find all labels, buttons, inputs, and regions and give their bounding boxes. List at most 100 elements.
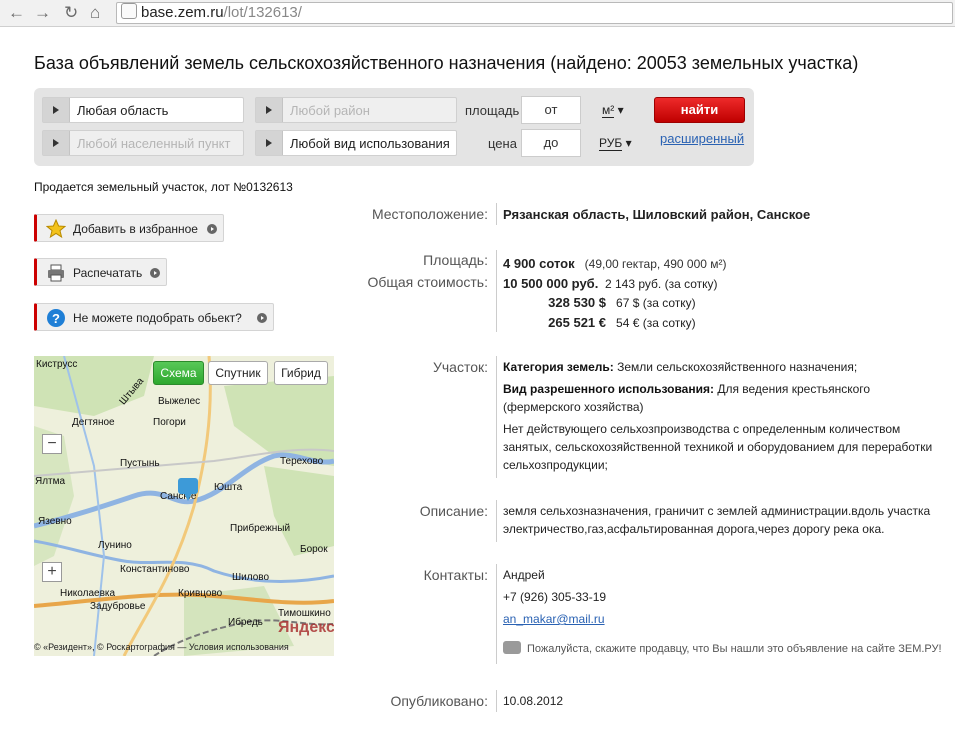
description-label: Описание: bbox=[419, 503, 488, 519]
price-unit-select[interactable]: РУБ ▾ bbox=[599, 136, 632, 151]
contacts-label: Контакты: bbox=[423, 567, 488, 583]
map-place-label: Тимошкино bbox=[278, 608, 331, 619]
star-icon bbox=[46, 219, 66, 239]
search-filter-panel: Любая область Любой район площадь от м² … bbox=[34, 88, 754, 166]
price-amount: 265 521 € bbox=[548, 315, 606, 330]
plot-label: Участок: bbox=[432, 359, 488, 375]
map-place-label: Ибредь bbox=[228, 617, 263, 628]
price-label: цена bbox=[488, 136, 517, 151]
location-pin-icon[interactable] bbox=[178, 478, 198, 501]
map-place-label: Задубровье bbox=[90, 601, 146, 612]
area-unit-value: м² bbox=[602, 103, 615, 118]
map-copyright[interactable]: © «Резидент», © Роскартография — Условия… bbox=[34, 642, 289, 652]
land-category-label: Категория земель: bbox=[503, 360, 614, 374]
area-label: площадь bbox=[465, 103, 520, 118]
plot-note-line-3: сельхозпродукции; bbox=[503, 458, 608, 472]
area-unit-select[interactable]: м² ▾ bbox=[602, 103, 624, 118]
total-price-label: Общая стоимость: bbox=[367, 274, 488, 290]
area-main: 4 900 соток bbox=[503, 256, 575, 271]
search-button[interactable]: найти bbox=[654, 97, 745, 123]
divider bbox=[496, 250, 497, 332]
map-place-label: Терехово bbox=[280, 456, 324, 467]
description-line-2: электричество,газ,асфальтированная дорог… bbox=[503, 522, 885, 536]
divider bbox=[496, 356, 497, 478]
yandex-logo: Яндекс bbox=[278, 619, 334, 636]
usage-select[interactable]: Любой вид использования bbox=[255, 130, 457, 156]
contact-phone: +7 (926) 305-33-19 bbox=[503, 590, 607, 604]
permitted-use: Вид разрешенного использования: Для веде… bbox=[503, 382, 870, 396]
question-icon: ? bbox=[47, 309, 65, 327]
svg-text:?: ? bbox=[52, 311, 60, 326]
lot-title: Продается земельный участок, лот №013261… bbox=[34, 180, 293, 194]
divider bbox=[496, 500, 497, 542]
contact-name: Андрей bbox=[503, 568, 545, 582]
map-place-label: Погори bbox=[153, 417, 186, 428]
map-place-label: Киструсс bbox=[36, 359, 78, 370]
advanced-search-link[interactable]: расширенный bbox=[660, 131, 744, 146]
map-place-label: Борок bbox=[300, 544, 328, 555]
back-arrow-icon[interactable]: ← bbox=[8, 3, 25, 23]
print-label: Распечатать bbox=[73, 266, 143, 280]
area-extra: (49,00 гектар, 490 000 м²) bbox=[584, 257, 727, 271]
caret-down-icon: ▾ bbox=[622, 136, 632, 150]
price-unit-value: РУБ bbox=[599, 136, 623, 151]
published-label: Опубликовано: bbox=[390, 693, 488, 709]
divider bbox=[496, 203, 497, 225]
map-place-label: Ялтма bbox=[35, 476, 66, 487]
browser-toolbar: ← → ↻ ⌂ base.zem.ru/lot/132613/ bbox=[0, 0, 955, 27]
land-category: Категория земель: Земли сельскохозяйстве… bbox=[503, 360, 857, 374]
print-button[interactable]: Распечатать bbox=[34, 258, 167, 286]
chevron-right-icon bbox=[43, 131, 70, 155]
locality-select[interactable]: Любой населенный пункт bbox=[42, 130, 244, 156]
add-to-favorites-button[interactable]: Добавить в избранное bbox=[34, 214, 224, 242]
chevron-right-icon bbox=[256, 131, 283, 155]
map-tab-scheme[interactable]: Схема bbox=[153, 361, 204, 385]
locality-select-value: Любой населенный пункт bbox=[77, 136, 231, 151]
map-place-label: Выжелес bbox=[158, 396, 201, 407]
price-amount: 328 530 $ bbox=[548, 295, 606, 310]
forward-arrow-icon[interactable]: → bbox=[34, 3, 51, 23]
map-place-label: Шилово bbox=[232, 572, 270, 583]
map-tab-satellite[interactable]: Спутник bbox=[208, 361, 268, 385]
map[interactable]: Схема Спутник Гибрид − + Киструсс Штыва … bbox=[34, 356, 334, 656]
published-date: 10.08.2012 bbox=[503, 694, 564, 708]
map-place-label: Язевно bbox=[38, 516, 72, 527]
divider bbox=[496, 690, 497, 712]
price-to-input[interactable]: до bbox=[521, 129, 581, 157]
contact-email-link[interactable]: an_makar@mail.ru bbox=[503, 612, 605, 626]
printer-icon bbox=[48, 264, 64, 282]
seller-hint-text: Пожалуйста, скажите продавцу, что Вы наш… bbox=[527, 643, 942, 655]
price-row-eur: 265 521 € 54 € (за сотку) bbox=[541, 315, 695, 330]
reload-icon[interactable]: ↻ bbox=[64, 3, 78, 23]
map-place-label: Дегтяное bbox=[72, 417, 115, 428]
map-place-label: Константиново bbox=[120, 564, 190, 575]
home-icon[interactable]: ⌂ bbox=[90, 3, 100, 23]
add-to-favorites-label: Добавить в избранное bbox=[73, 222, 198, 236]
zoom-in-button[interactable]: + bbox=[42, 562, 62, 582]
arrow-circle-icon bbox=[257, 313, 267, 323]
area-from-input[interactable]: от bbox=[521, 96, 581, 124]
land-category-value: Земли сельскохозяйственного назначения; bbox=[617, 360, 858, 374]
region-select[interactable]: Любая область bbox=[42, 97, 244, 123]
url-path: /lot/132613/ bbox=[223, 4, 302, 21]
permitted-use-line-2: (фермерского хозяйства) bbox=[503, 400, 644, 414]
area-value: 4 900 соток (49,00 гектар, 490 000 м²) bbox=[503, 256, 727, 271]
map-place-label: Николаевка bbox=[60, 588, 116, 599]
district-select[interactable]: Любой район bbox=[255, 97, 457, 123]
seller-hint: Пожалуйста, скажите продавцу, что Вы наш… bbox=[503, 641, 942, 655]
chevron-right-icon bbox=[256, 98, 283, 122]
map-place-label: Юшта bbox=[214, 482, 243, 493]
help-button[interactable]: ? Не можете подобрать обьект? bbox=[34, 303, 274, 331]
area-label: Площадь: bbox=[423, 252, 488, 268]
page-title: База объявлений земель сельскохозяйствен… bbox=[34, 53, 859, 73]
zoom-out-button[interactable]: − bbox=[42, 434, 62, 454]
plot-note-line-1: Нет действующего сельхозпроизводства с о… bbox=[503, 422, 901, 436]
arrow-circle-icon bbox=[207, 224, 217, 234]
address-bar[interactable]: base.zem.ru/lot/132613/ bbox=[116, 2, 953, 24]
permitted-use-value: Для ведения крестьянского bbox=[717, 382, 871, 396]
map-place-label: Пустынь bbox=[120, 458, 160, 469]
price-per-sotka: 67 $ (за сотку) bbox=[616, 296, 696, 310]
caret-down-icon: ▾ bbox=[614, 103, 624, 117]
usage-select-value: Любой вид использования bbox=[290, 136, 450, 151]
url-host: base.zem.ru bbox=[141, 4, 224, 21]
